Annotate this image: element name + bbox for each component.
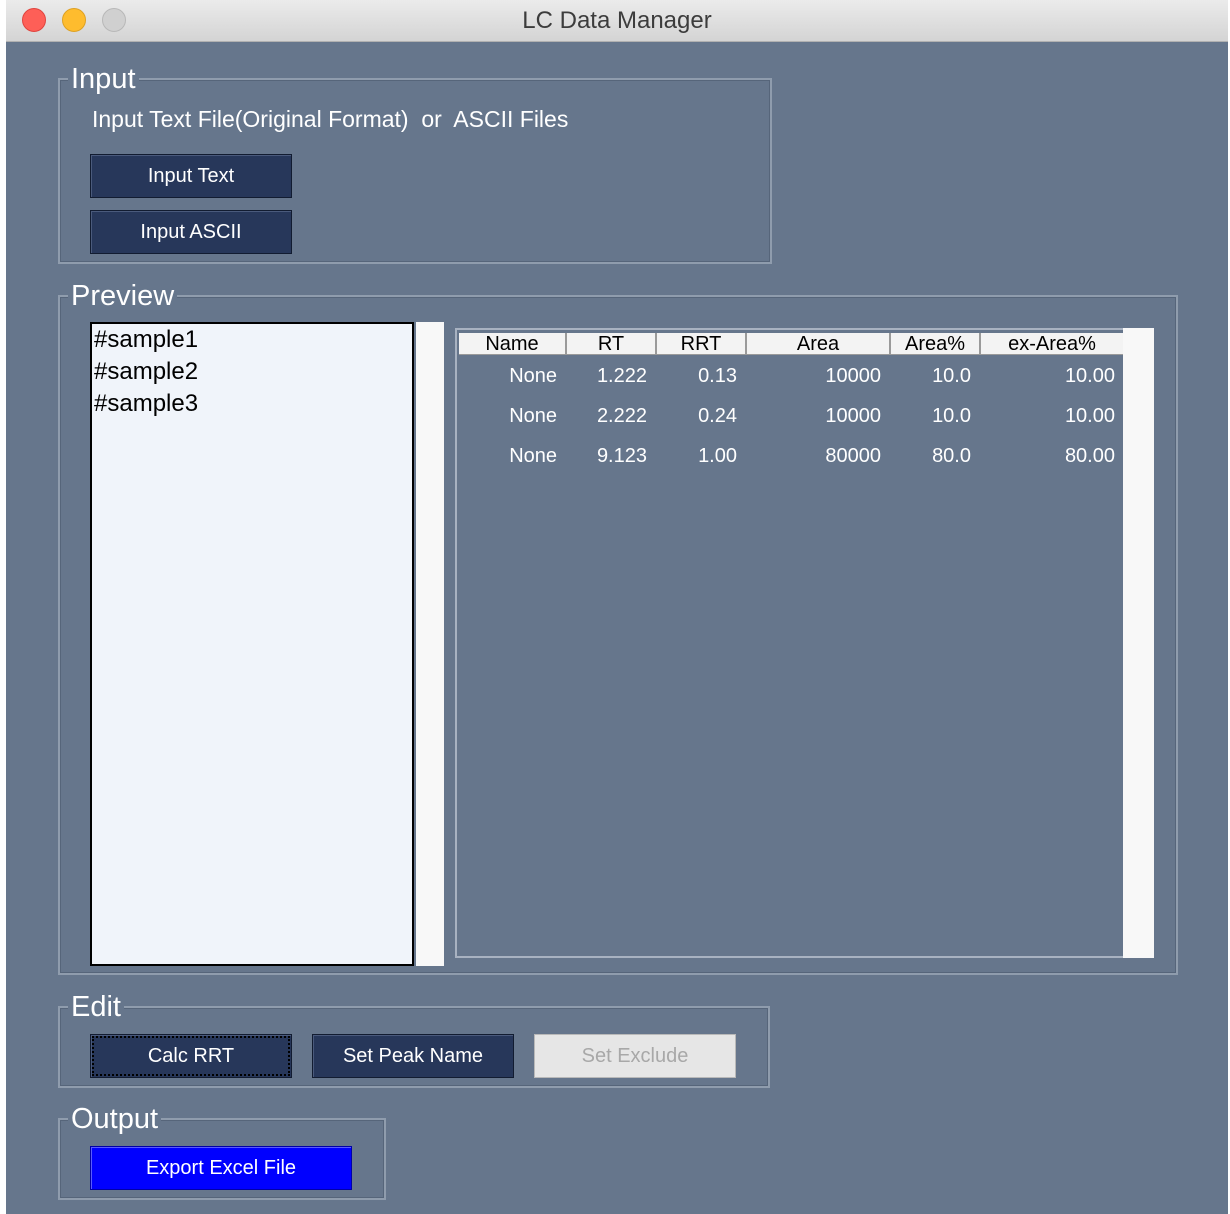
- column-header-area-percent[interactable]: Area%: [891, 333, 981, 355]
- input-ascii-button[interactable]: Input ASCII: [90, 210, 292, 254]
- cell-rt: 2.222: [596, 405, 647, 427]
- app-window: LC Data Manager Input Input Text File(Or…: [6, 0, 1228, 1214]
- sample-list-scrollbar[interactable]: [416, 322, 444, 966]
- cell-name: None: [509, 405, 557, 427]
- cell-ex-area-percent: 10.00: [1064, 365, 1115, 387]
- cell-rrt: 1.00: [698, 445, 737, 467]
- cell-area-percent: 10.0: [932, 365, 971, 387]
- column-header-rt[interactable]: RT: [567, 333, 657, 355]
- cell-rt: 9.123: [596, 445, 647, 467]
- output-group-legend: Output: [68, 1102, 162, 1136]
- edit-group-legend: Edit: [68, 990, 124, 1024]
- cell-name: None: [509, 445, 557, 467]
- column-header-name[interactable]: Name: [459, 333, 567, 355]
- column-header-ex-area-percent[interactable]: ex-Area%: [981, 333, 1125, 355]
- cell-rrt: 0.13: [698, 365, 737, 387]
- cell-area-percent: 80.0: [932, 445, 971, 467]
- set-exclude-button[interactable]: Set Exclude: [534, 1034, 736, 1078]
- input-text-button[interactable]: Input Text: [90, 154, 292, 198]
- cell-ex-area-percent: 80.00: [1064, 445, 1115, 467]
- preview-group-legend: Preview: [68, 279, 178, 313]
- cell-area: 10000: [825, 365, 881, 387]
- sample-list-item[interactable]: #sample2: [92, 356, 412, 388]
- cell-ex-area-percent: 10.00: [1064, 405, 1115, 427]
- export-excel-button[interactable]: Export Excel File: [90, 1146, 352, 1190]
- input-description: Input Text File(Original Format) or ASCI…: [92, 106, 569, 132]
- peak-table-scrollbar[interactable]: [1123, 328, 1154, 958]
- peak-table: Name RT RRT Area Area% ex-Area% None 1.2…: [455, 328, 1125, 958]
- window-title: LC Data Manager: [522, 7, 712, 34]
- cell-area-percent: 10.0: [932, 405, 971, 427]
- column-header-rrt[interactable]: RRT: [657, 333, 747, 355]
- cell-area: 80000: [825, 445, 881, 467]
- calc-rrt-button[interactable]: Calc RRT: [90, 1034, 292, 1078]
- sample-list-item[interactable]: #sample1: [92, 324, 412, 356]
- sample-listbox[interactable]: #sample1 #sample2 #sample3: [90, 322, 414, 966]
- set-peak-name-button[interactable]: Set Peak Name: [312, 1034, 514, 1078]
- cell-area: 10000: [825, 405, 881, 427]
- cell-rt: 1.222: [596, 365, 647, 387]
- cell-name: None: [509, 365, 557, 387]
- sample-list-item[interactable]: #sample3: [92, 388, 412, 420]
- input-group-legend: Input: [68, 62, 139, 96]
- cell-rrt: 0.24: [698, 405, 737, 427]
- title-bar: LC Data Manager: [6, 0, 1228, 42]
- column-header-area[interactable]: Area: [747, 333, 891, 355]
